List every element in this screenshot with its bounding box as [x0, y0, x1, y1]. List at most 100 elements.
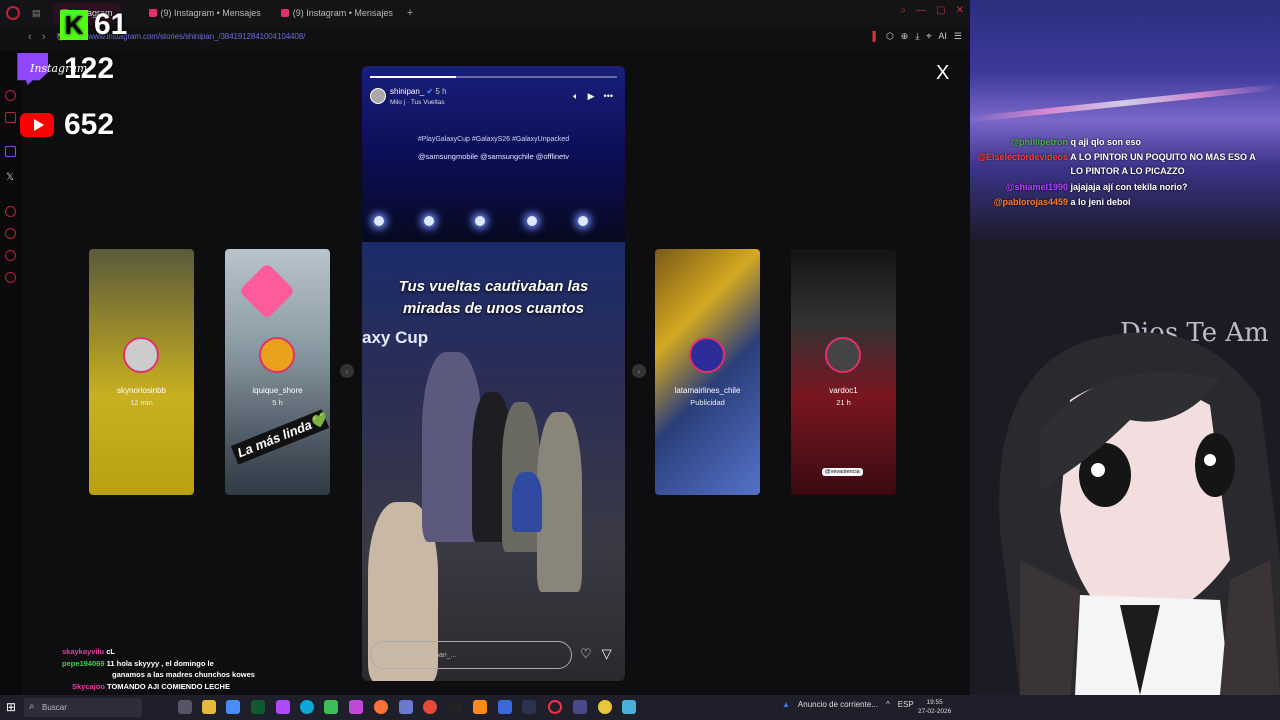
tab-overview-icon[interactable]: ▤: [32, 8, 41, 19]
browser-toolbar: ▌ ⬡ ⊕ ⤓ ⌖ AI ☰: [873, 31, 962, 42]
chat-username: pepe194069: [62, 659, 105, 668]
taskbar-clock[interactable]: 19:55 27-02-2026: [918, 698, 951, 716]
opera-logo-icon[interactable]: [6, 6, 20, 20]
story-caption: Tus vueltas cautivaban las miradas de un…: [398, 278, 589, 317]
sidebar-app-icon[interactable]: [5, 90, 16, 101]
chat-message: cL: [106, 647, 115, 656]
youtube-logo-icon: [20, 113, 54, 137]
app-icon[interactable]: [226, 700, 240, 714]
verified-icon: ✔: [426, 87, 434, 96]
download-icon[interactable]: ⤓: [915, 31, 919, 42]
avatar[interactable]: [370, 88, 386, 104]
new-tab-button[interactable]: +: [407, 7, 413, 19]
app-icon[interactable]: [473, 700, 487, 714]
tab-bar: ▤ Instagram (9) Instagram • Mensajes (9)…: [0, 0, 970, 26]
chat-message: 11 hola skyyyy , el domingo le: [106, 659, 214, 668]
chat-username: Skycajoo: [72, 682, 105, 691]
current-story: shinipan_ ✔ 5 h Milo j · Tus Vueltas 🔈︎ …: [362, 66, 625, 681]
screenshot-icon[interactable]: ⌖: [926, 31, 931, 42]
minimize-button[interactable]: —: [916, 5, 926, 16]
app-icon[interactable]: [573, 700, 587, 714]
history-icon[interactable]: [5, 228, 16, 239]
youtube-counter: 652: [20, 108, 114, 142]
warning-icon[interactable]: ▲: [782, 700, 790, 709]
task-view-icon[interactable]: [178, 700, 192, 714]
story-hashtags[interactable]: #PlayGalaxyCup #GalaxyS26 #GalaxyUnpacke…: [362, 136, 625, 143]
tab-messages-2[interactable]: (9) Instagram • Mensajes: [273, 3, 401, 23]
tab-messages-1[interactable]: (9) Instagram • Mensajes: [141, 3, 269, 23]
file-explorer-icon[interactable]: [202, 700, 216, 714]
obs-icon[interactable]: [448, 700, 462, 714]
forward-icon[interactable]: ›: [42, 31, 46, 43]
twitch-sidebar-icon[interactable]: [5, 146, 16, 157]
app-icon[interactable]: [324, 700, 338, 714]
app-icon[interactable]: [622, 700, 636, 714]
extensions-icon[interactable]: ⬡: [886, 31, 894, 42]
app-icon[interactable]: [522, 700, 536, 714]
side-story-1[interactable]: skynoriosinbb 12 min: [89, 249, 194, 495]
avatar: [825, 337, 861, 373]
story-actions: ♡ ▽: [580, 646, 612, 662]
avatar: [259, 337, 295, 373]
side-story-4[interactable]: vardoc1 21 h @vevaolencia: [791, 249, 896, 495]
opera-gx-icon[interactable]: [548, 700, 562, 714]
send-icon[interactable]: ▽: [602, 646, 612, 662]
search-icon: ⌕: [29, 701, 35, 712]
instagram-sidebar-icon[interactable]: [5, 206, 16, 217]
chat-message: TOMANDO AJI COMIENDO LECHE: [107, 682, 230, 691]
stream-chat-line: @phillipetron q aji qlo son eso: [1010, 137, 1142, 147]
search-tabs-icon[interactable]: ⌕: [901, 5, 907, 16]
chevron-up-icon[interactable]: ^: [886, 700, 890, 709]
window-controls: ⌕ — ▢ ✕: [901, 5, 964, 16]
side-story-3[interactable]: latamairlines_chile Publicidad: [655, 249, 760, 495]
avatar: [689, 337, 725, 373]
back-icon[interactable]: ‹: [28, 31, 32, 43]
stream-chat-line: @Elselectordevideos A LO PINTOR UN POQUI…: [977, 152, 1256, 162]
messenger-icon[interactable]: [5, 112, 16, 123]
windows-start-icon[interactable]: ⊞: [6, 700, 16, 714]
app-icon[interactable]: [598, 700, 612, 714]
instagram-watermark: Instagram: [30, 62, 88, 75]
vpn-icon[interactable]: ⊕: [901, 31, 909, 42]
prev-story-arrow[interactable]: ‹: [340, 364, 354, 378]
mention-sticker: @vevaolencia: [822, 468, 863, 476]
next-story-arrow[interactable]: ›: [632, 364, 646, 378]
story-progress: [370, 76, 617, 78]
app-icon[interactable]: [498, 700, 512, 714]
story-time: 5 h: [435, 87, 447, 96]
tray-notification[interactable]: Anuncio de corriente...: [798, 700, 878, 709]
maximize-button[interactable]: ▢: [936, 5, 945, 16]
chat-message: ganamos a las madres chunchos kowes: [112, 670, 255, 679]
like-heart-icon[interactable]: ♡: [580, 646, 592, 662]
close-window-button[interactable]: ✕: [956, 5, 964, 16]
stream-chat-line: LO PINTOR A LO PICAZZO: [1070, 166, 1185, 176]
app-icon[interactable]: [349, 700, 363, 714]
stream-chat-line: @shiamel1990 jajajaja ají con tekila nor…: [1005, 182, 1188, 192]
chat-username: skaykayvilu: [62, 647, 105, 656]
taskbar-search[interactable]: ⌕ Buscar: [24, 698, 142, 717]
chrome-icon[interactable]: [423, 700, 437, 714]
play-icon[interactable]: ▶: [588, 91, 595, 102]
sidebar-toggle-icon[interactable]: ▌: [873, 31, 879, 42]
more-options-icon[interactable]: •••: [604, 91, 613, 102]
edge-icon[interactable]: [300, 700, 314, 714]
close-story-button[interactable]: X: [936, 62, 949, 85]
volume-icon[interactable]: 🔈︎: [573, 91, 578, 102]
side-story-2[interactable]: iquique_shore 5 h La más linda💚: [225, 249, 330, 495]
language-indicator[interactable]: ESP: [898, 700, 914, 709]
story-mentions[interactable]: @samsungmobile @samsungchile @offlinetv: [362, 152, 625, 161]
x-sidebar-icon[interactable]: 𝕏: [6, 172, 14, 183]
firefox-icon[interactable]: [374, 700, 388, 714]
story-username[interactable]: shinipan_: [390, 87, 424, 96]
settings-icon[interactable]: [5, 250, 16, 261]
app-icon[interactable]: [276, 700, 290, 714]
story-song[interactable]: Milo j · Tus Vueltas: [390, 99, 445, 106]
menu-icon[interactable]: ☰: [954, 31, 962, 42]
app-icon[interactable]: [399, 700, 413, 714]
app-icon[interactable]: [251, 700, 265, 714]
reply-input[interactable]: Responde a shinipan_...: [370, 641, 572, 669]
instagram-icon: [280, 9, 289, 17]
extensions-sidebar-icon[interactable]: [5, 272, 16, 283]
ai-button[interactable]: AI: [938, 31, 947, 42]
system-tray: ▲ Anuncio de corriente... ^ ESP: [782, 700, 914, 709]
